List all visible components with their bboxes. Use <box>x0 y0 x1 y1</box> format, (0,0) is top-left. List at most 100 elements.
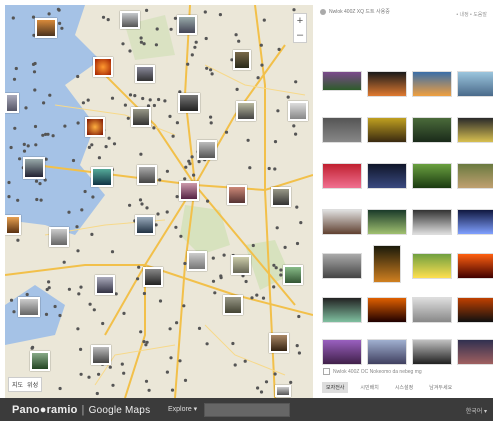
photo-thumbnail[interactable] <box>288 101 308 121</box>
photo-marker[interactable] <box>155 27 159 31</box>
photo-thumbnail[interactable] <box>412 297 452 323</box>
photo-marker[interactable] <box>190 53 194 57</box>
photo-thumbnail[interactable] <box>85 117 105 137</box>
photo-marker[interactable] <box>295 205 299 209</box>
photo-marker[interactable] <box>283 245 287 249</box>
photo-marker[interactable] <box>193 45 197 49</box>
photo-marker[interactable] <box>219 274 223 278</box>
photo-marker[interactable] <box>158 178 162 182</box>
photo-marker[interactable] <box>286 95 290 99</box>
photo-thumbnail[interactable] <box>275 385 291 397</box>
photo-thumbnail[interactable] <box>5 93 19 113</box>
photo-marker[interactable] <box>138 198 143 202</box>
photo-marker[interactable] <box>133 94 137 98</box>
photo-marker[interactable] <box>224 130 229 134</box>
photo-thumbnail[interactable] <box>49 227 69 247</box>
photo-thumbnail[interactable] <box>457 339 493 365</box>
photo-thumbnail[interactable] <box>457 297 493 323</box>
photo-marker[interactable] <box>58 386 62 391</box>
photo-marker[interactable] <box>140 202 144 206</box>
photo-thumbnail[interactable] <box>197 140 217 160</box>
photo-thumbnail[interactable] <box>412 339 452 365</box>
photo-marker[interactable] <box>244 279 248 284</box>
photo-marker[interactable] <box>205 66 209 70</box>
photo-thumbnail[interactable] <box>373 245 401 283</box>
photo-marker[interactable] <box>91 195 95 199</box>
photo-thumbnail[interactable] <box>283 265 303 285</box>
photo-marker[interactable] <box>169 356 173 360</box>
photo-marker[interactable] <box>209 115 213 119</box>
photo-marker[interactable] <box>235 87 239 91</box>
photo-marker[interactable] <box>63 124 67 128</box>
photo-thumbnail[interactable] <box>135 65 155 83</box>
photo-marker[interactable] <box>67 210 71 214</box>
photo-thumbnail[interactable] <box>322 339 362 365</box>
photo-marker[interactable] <box>210 72 214 76</box>
photo-marker[interactable] <box>47 286 51 290</box>
photo-thumbnail[interactable] <box>412 71 452 97</box>
photo-marker[interactable] <box>259 43 263 47</box>
photo-marker[interactable] <box>211 256 215 260</box>
photo-thumbnail[interactable] <box>131 107 151 127</box>
photo-marker[interactable] <box>144 379 149 383</box>
photo-marker[interactable] <box>33 124 38 129</box>
photo-marker[interactable] <box>184 165 188 169</box>
photo-marker[interactable] <box>145 206 149 210</box>
photo-marker[interactable] <box>38 182 42 186</box>
photo-marker[interactable] <box>264 380 269 384</box>
photo-marker[interactable] <box>165 210 169 214</box>
panoramio-logo[interactable]: Pano●ramio | Google Maps <box>12 404 150 416</box>
photo-marker[interactable] <box>273 372 277 376</box>
photo-marker[interactable] <box>175 321 179 325</box>
sidebar-tab[interactable]: 남겨두세요 <box>425 382 456 393</box>
photo-thumbnail[interactable] <box>322 209 362 235</box>
photo-thumbnail[interactable] <box>231 255 251 275</box>
photo-thumbnail[interactable] <box>23 157 45 179</box>
photo-thumbnail[interactable] <box>5 215 21 235</box>
photo-marker[interactable] <box>9 298 14 302</box>
photo-marker[interactable] <box>79 347 83 351</box>
photo-marker[interactable] <box>174 225 178 229</box>
photo-thumbnail[interactable] <box>223 295 243 315</box>
user-text[interactable]: Nwlok 400Z XQ 드트 사용중 <box>329 8 390 15</box>
photo-marker[interactable] <box>112 142 117 146</box>
photo-marker[interactable] <box>292 124 296 128</box>
photo-marker[interactable] <box>209 68 213 72</box>
header-menu[interactable]: • 내정 • 도움말 <box>456 11 487 18</box>
photo-thumbnail[interactable] <box>457 163 493 189</box>
photo-marker[interactable] <box>183 378 188 382</box>
photo-marker[interactable] <box>121 42 125 46</box>
photo-marker[interactable] <box>107 136 111 140</box>
photo-marker[interactable] <box>157 97 161 102</box>
photo-marker[interactable] <box>250 296 254 300</box>
photo-marker[interactable] <box>213 291 217 295</box>
photo-marker[interactable] <box>76 327 80 331</box>
photo-thumbnail[interactable] <box>233 50 251 70</box>
photo-marker[interactable] <box>97 372 101 376</box>
photo-marker[interactable] <box>81 101 85 105</box>
photo-marker[interactable] <box>79 372 83 376</box>
photo-marker[interactable] <box>76 121 80 125</box>
map-type-map[interactable]: 지도 <box>12 380 23 389</box>
photo-marker[interactable] <box>295 241 300 246</box>
photo-marker[interactable] <box>297 314 301 319</box>
photo-marker[interactable] <box>152 103 156 108</box>
photo-marker[interactable] <box>292 8 296 12</box>
photo-marker[interactable] <box>259 390 264 394</box>
photo-thumbnail[interactable] <box>367 71 407 97</box>
photo-thumbnail[interactable] <box>322 253 362 279</box>
photo-marker[interactable] <box>87 145 91 149</box>
photo-marker[interactable] <box>169 27 173 31</box>
photo-marker[interactable] <box>194 40 198 44</box>
photo-marker[interactable] <box>231 341 235 346</box>
photo-thumbnail[interactable] <box>18 297 40 317</box>
photo-marker[interactable] <box>31 62 36 66</box>
photo-marker[interactable] <box>25 292 29 297</box>
photo-marker[interactable] <box>277 47 281 52</box>
photo-marker[interactable] <box>295 344 299 348</box>
photo-marker[interactable] <box>256 386 260 390</box>
photo-marker[interactable] <box>35 197 39 202</box>
photo-thumbnail[interactable] <box>91 345 111 365</box>
photo-marker[interactable] <box>142 42 146 46</box>
photo-marker[interactable] <box>76 249 80 253</box>
